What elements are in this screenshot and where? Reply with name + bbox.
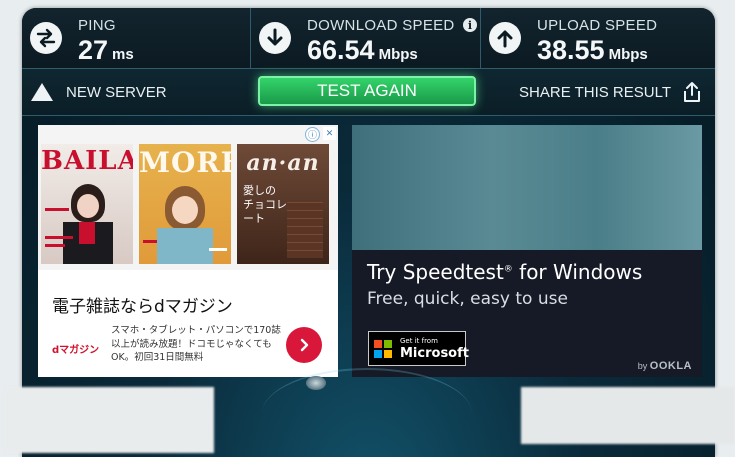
upload-icon-box: [481, 8, 529, 68]
magazine-cover-baila: BAILA: [41, 144, 133, 264]
cover-figure-scarf: [79, 222, 95, 244]
magazine-covers: BAILA MORE an·an 愛しの チョコレート: [38, 125, 338, 270]
cover-feature-text: 愛しの チョコレート: [243, 184, 287, 225]
ookla-brand: by OOKLA: [638, 360, 692, 372]
download-label: DOWNLOAD SPEED: [307, 17, 455, 34]
microsoft-logo-icon: [374, 340, 392, 358]
ping-arrows-icon: [30, 22, 62, 54]
download-unit: Mbps: [378, 46, 418, 63]
magazine-cover-more: MORE: [139, 144, 231, 264]
gauge-arc: [262, 368, 472, 457]
cover-figure-face: [172, 196, 198, 224]
store-name: Microsoft: [400, 346, 469, 361]
ping-value: 27 ms: [78, 35, 134, 66]
action-bar: NEW SERVER TEST AGAIN SHARE THIS RESULT: [22, 69, 715, 116]
microsoft-store-button[interactable]: Get it from Microsoft: [368, 331, 469, 366]
speedtest-windows-ad[interactable]: Try Speedtest® for Windows Free, quick, …: [352, 125, 702, 377]
ad-body-text: スマホ・タブレット・パソコンで170誌以上が読み放題！ドコモじゃなくてもOK。初…: [111, 325, 281, 363]
upload-number: 38.55: [537, 35, 605, 65]
info-icon[interactable]: i: [463, 18, 477, 32]
ad-title-text: Try Speedtest: [367, 260, 504, 284]
upload-value: 38.55 Mbps: [537, 35, 648, 66]
results-bar: PING 27 ms DOWNLOAD SPEED i 66.54 Mbps U…: [22, 8, 715, 69]
download-value: 66.54 Mbps: [307, 35, 418, 66]
server-triangle-icon: [31, 83, 53, 101]
magazine-cover-anan: an·an 愛しの チョコレート: [237, 144, 329, 264]
cover-text-line: [45, 208, 69, 211]
share-icon: [684, 82, 700, 102]
ping-icon-box: [22, 8, 70, 68]
upload-unit: Mbps: [608, 46, 648, 63]
test-again-button[interactable]: TEST AGAIN: [258, 76, 476, 106]
download-number: 66.54: [307, 35, 375, 65]
store-caption: Get it from: [400, 337, 438, 345]
magazine-title: BAILA: [41, 146, 133, 176]
ping-stat: PING 27 ms: [22, 8, 250, 68]
upload-stat: UPLOAD SPEED 38.55 Mbps: [481, 8, 715, 68]
ad-title: Try Speedtest® for Windows: [367, 260, 642, 284]
dmagazine-logo: dマガジン: [52, 345, 100, 356]
share-label: SHARE THIS RESULT: [519, 83, 671, 101]
chevron-right-icon: [300, 338, 309, 352]
gauge-hub: [306, 376, 326, 390]
by-label: by: [637, 361, 648, 371]
cover-text-line: [143, 240, 157, 243]
cover-figure-face: [77, 194, 99, 218]
ping-label: PING: [78, 17, 116, 34]
ad-close-icon[interactable]: ✕: [323, 127, 336, 140]
ad-subtitle: Free, quick, easy to use: [367, 289, 568, 309]
ad-next-button[interactable]: [286, 327, 322, 363]
ad-title-suffix: for Windows: [512, 260, 643, 284]
download-icon-box: [251, 8, 299, 68]
magazine-title: an·an: [246, 150, 320, 176]
magazine-title: MORE: [139, 146, 231, 179]
cover-text-line: [209, 248, 227, 251]
ad-hero-image: [352, 125, 702, 250]
ping-unit: ms: [112, 46, 134, 63]
download-stat: DOWNLOAD SPEED i 66.54 Mbps: [251, 8, 480, 68]
upload-arrow-icon: [489, 22, 521, 54]
upload-label: UPLOAD SPEED: [537, 17, 658, 34]
blurred-region: [4, 387, 214, 453]
cover-text-line: [45, 244, 65, 247]
ad-info-icon[interactable]: ⓘ: [305, 127, 320, 142]
ad-headline: 電子雑誌ならdマガジン: [52, 297, 233, 317]
blurred-region: [521, 387, 735, 444]
ookla-logo: OOKLA: [649, 360, 692, 372]
ping-number: 27: [78, 35, 109, 65]
registered-mark: ®: [503, 264, 513, 275]
chocolate-bar-image: [287, 202, 323, 258]
ad-choices[interactable]: ⓘ ✕: [305, 127, 336, 142]
dmagazine-ad[interactable]: BAILA MORE an·an 愛しの チョコレート: [38, 125, 338, 377]
new-server-button[interactable]: NEW SERVER: [30, 79, 167, 105]
download-arrow-icon: [259, 22, 291, 54]
new-server-label: NEW SERVER: [66, 83, 167, 101]
cover-text-line: [45, 236, 73, 239]
share-result-button[interactable]: SHARE THIS RESULT: [519, 79, 703, 105]
cover-figure-body: [157, 228, 213, 264]
